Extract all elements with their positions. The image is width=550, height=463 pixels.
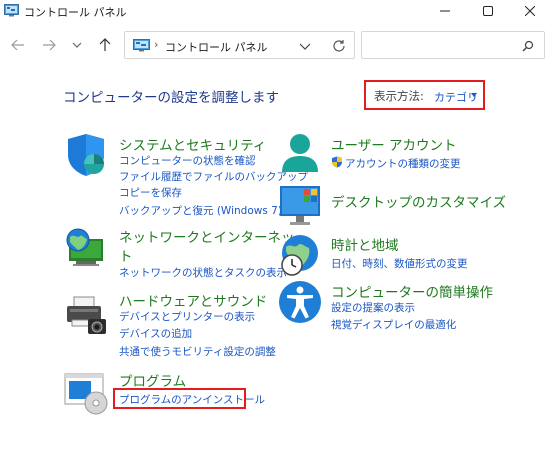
recent-locations-button[interactable] xyxy=(68,36,86,54)
category-user-accounts-title[interactable]: ユーザー アカウント xyxy=(331,134,457,154)
network-globe-icon[interactable] xyxy=(64,225,108,269)
back-button[interactable] xyxy=(9,36,27,54)
link-suggested-settings[interactable]: 設定の提案の表示 xyxy=(331,300,415,315)
refresh-icon[interactable] xyxy=(331,38,347,54)
category-system-security-title[interactable]: システムとセキュリティ xyxy=(119,134,266,154)
link-uninstall-program[interactable]: プログラムのアンインストール xyxy=(119,392,265,407)
category-clock-region-title[interactable]: 時計と地域 xyxy=(331,234,399,254)
title-bar: コントロール パネル xyxy=(0,0,550,22)
forward-button[interactable] xyxy=(40,36,58,54)
link-date-time-format[interactable]: 日付、時刻、数値形式の変更 xyxy=(331,256,468,271)
uac-shield-icon xyxy=(332,156,342,168)
search-icon[interactable] xyxy=(522,40,534,52)
minimize-icon xyxy=(440,10,450,12)
user-accounts-icon[interactable] xyxy=(278,132,322,176)
navigation-bar: › コントロール パネル xyxy=(0,26,550,64)
search-box[interactable] xyxy=(361,31,545,59)
window-title: コントロール パネル xyxy=(24,6,127,19)
breadcrumb-item[interactable]: コントロール パネル xyxy=(165,39,268,55)
view-by-label: 表示方法: xyxy=(374,89,424,103)
breadcrumb-separator: › xyxy=(154,38,159,51)
category-network-title-line2[interactable]: ト xyxy=(119,245,133,265)
category-ease-of-access-title[interactable]: コンピューターの簡単操作 xyxy=(331,281,493,301)
ease-of-access-icon[interactable] xyxy=(278,280,322,324)
link-backup-restore[interactable]: バックアップと復元 (Windows 7) xyxy=(119,203,282,218)
link-devices-printers[interactable]: デバイスとプリンターの表示 xyxy=(119,309,255,324)
address-bar[interactable]: › コントロール パネル xyxy=(124,31,355,59)
control-panel-icon xyxy=(4,4,19,17)
link-file-history-backup-line2[interactable]: コピーを保存 xyxy=(119,185,182,200)
view-by-selector[interactable]: 表示方法: カテゴリ xyxy=(364,80,485,110)
address-history-chevron-icon[interactable] xyxy=(298,40,312,52)
link-change-account-type[interactable]: アカウントの種類の変更 xyxy=(345,156,461,171)
category-programs-title[interactable]: プログラム xyxy=(119,370,186,390)
up-arrow-icon xyxy=(99,38,111,51)
close-button[interactable] xyxy=(510,0,550,22)
link-optimize-visual-display[interactable]: 視覚ディスプレイの最適化 xyxy=(331,317,456,332)
link-check-computer-status[interactable]: コンピューターの状態を確認 xyxy=(119,153,256,168)
back-arrow-icon xyxy=(11,39,24,51)
maximize-icon xyxy=(483,6,493,16)
view-by-value[interactable]: カテゴリ xyxy=(434,89,478,105)
link-mobility-settings[interactable]: 共通で使うモビリティ設定の調整 xyxy=(119,344,276,359)
page-title: コンピューターの設定を調整します xyxy=(63,90,279,106)
control-panel-icon xyxy=(133,39,150,52)
category-appearance-title[interactable]: デスクトップのカスタマイズ xyxy=(331,191,506,211)
category-hardware-title[interactable]: ハードウェアとサウンド xyxy=(119,290,267,310)
clock-region-icon[interactable] xyxy=(278,233,322,277)
desktop-personalization-icon[interactable] xyxy=(278,184,322,228)
link-add-device[interactable]: デバイスの追加 xyxy=(119,326,192,341)
close-icon xyxy=(525,6,535,16)
minimize-button[interactable] xyxy=(425,0,465,22)
programs-disc-icon[interactable] xyxy=(64,372,108,416)
dropdown-caret-icon[interactable] xyxy=(471,93,477,97)
search-input[interactable] xyxy=(368,36,518,54)
forward-arrow-icon xyxy=(43,39,56,51)
chevron-down-icon xyxy=(72,42,82,48)
maximize-button[interactable] xyxy=(468,0,508,22)
security-shield-icon[interactable] xyxy=(64,133,108,177)
up-button[interactable] xyxy=(96,36,114,54)
category-network-title[interactable]: ネットワークとインターネッ xyxy=(119,226,295,246)
link-network-status[interactable]: ネットワークの状態とタスクの表示 xyxy=(119,265,287,280)
printer-camera-icon[interactable] xyxy=(64,293,108,337)
